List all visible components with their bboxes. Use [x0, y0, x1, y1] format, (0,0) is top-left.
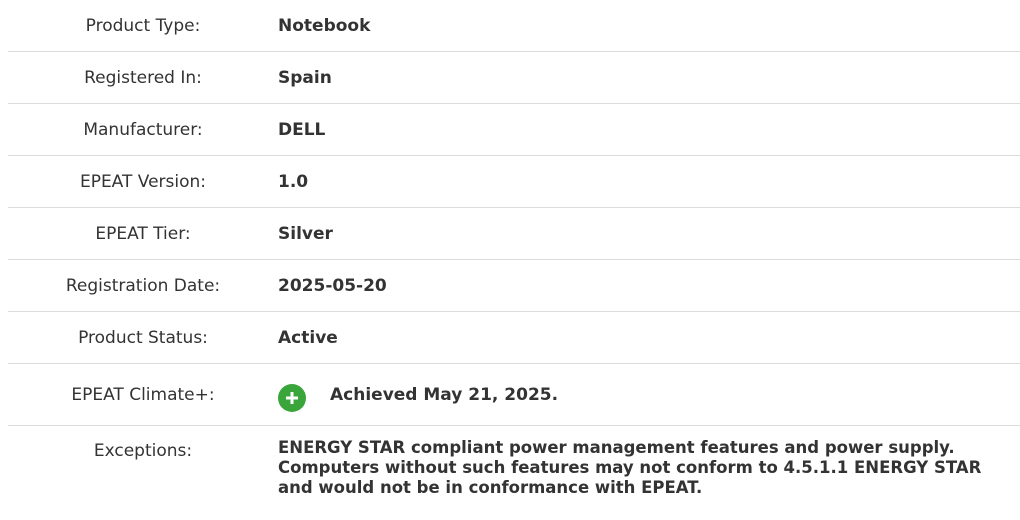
detail-row-product-status: Product Status: Active: [8, 312, 1020, 364]
detail-value: 2025-05-20: [278, 275, 387, 296]
detail-row-product-type: Product Type: Notebook: [8, 0, 1020, 52]
detail-label: EPEAT Climate+:: [71, 384, 215, 405]
detail-label: Product Type:: [85, 15, 201, 36]
detail-row-registered-in: Registered In: Spain: [8, 52, 1020, 104]
detail-label: Product Status:: [78, 327, 208, 348]
detail-row-epeat-version: EPEAT Version: 1.0: [8, 156, 1020, 208]
detail-label: EPEAT Tier:: [95, 223, 191, 244]
detail-value: Spain: [278, 67, 332, 88]
detail-row-epeat-tier: EPEAT Tier: Silver: [8, 208, 1020, 260]
detail-row-manufacturer: Manufacturer: DELL: [8, 104, 1020, 156]
detail-value: Achieved May 21, 2025.: [330, 384, 559, 405]
detail-value-wrapper: Achieved May 21, 2025.: [278, 378, 558, 412]
detail-row-epeat-climate: EPEAT Climate+: Achieved May 21, 2025.: [8, 364, 1020, 426]
product-details-table: Product Type: Notebook Registered In: Sp…: [8, 0, 1020, 518]
detail-label: Registration Date:: [65, 275, 221, 296]
detail-value: DELL: [278, 119, 326, 140]
detail-value: ENERGY STAR compliant power management f…: [278, 438, 982, 497]
detail-label: Registered In:: [84, 67, 202, 88]
detail-value: Silver: [278, 223, 333, 244]
detail-row-registration-date: Registration Date: 2025-05-20: [8, 260, 1020, 312]
detail-value: Notebook: [278, 15, 371, 36]
detail-row-exceptions: Exceptions: ENERGY STAR compliant power …: [8, 426, 1020, 518]
plus-circle-icon: [278, 383, 306, 412]
detail-label: Exceptions:: [93, 441, 193, 461]
detail-label: Manufacturer:: [83, 119, 203, 140]
detail-label: EPEAT Version:: [79, 171, 207, 192]
detail-value: 1.0: [278, 171, 309, 192]
detail-value: Active: [278, 327, 338, 348]
